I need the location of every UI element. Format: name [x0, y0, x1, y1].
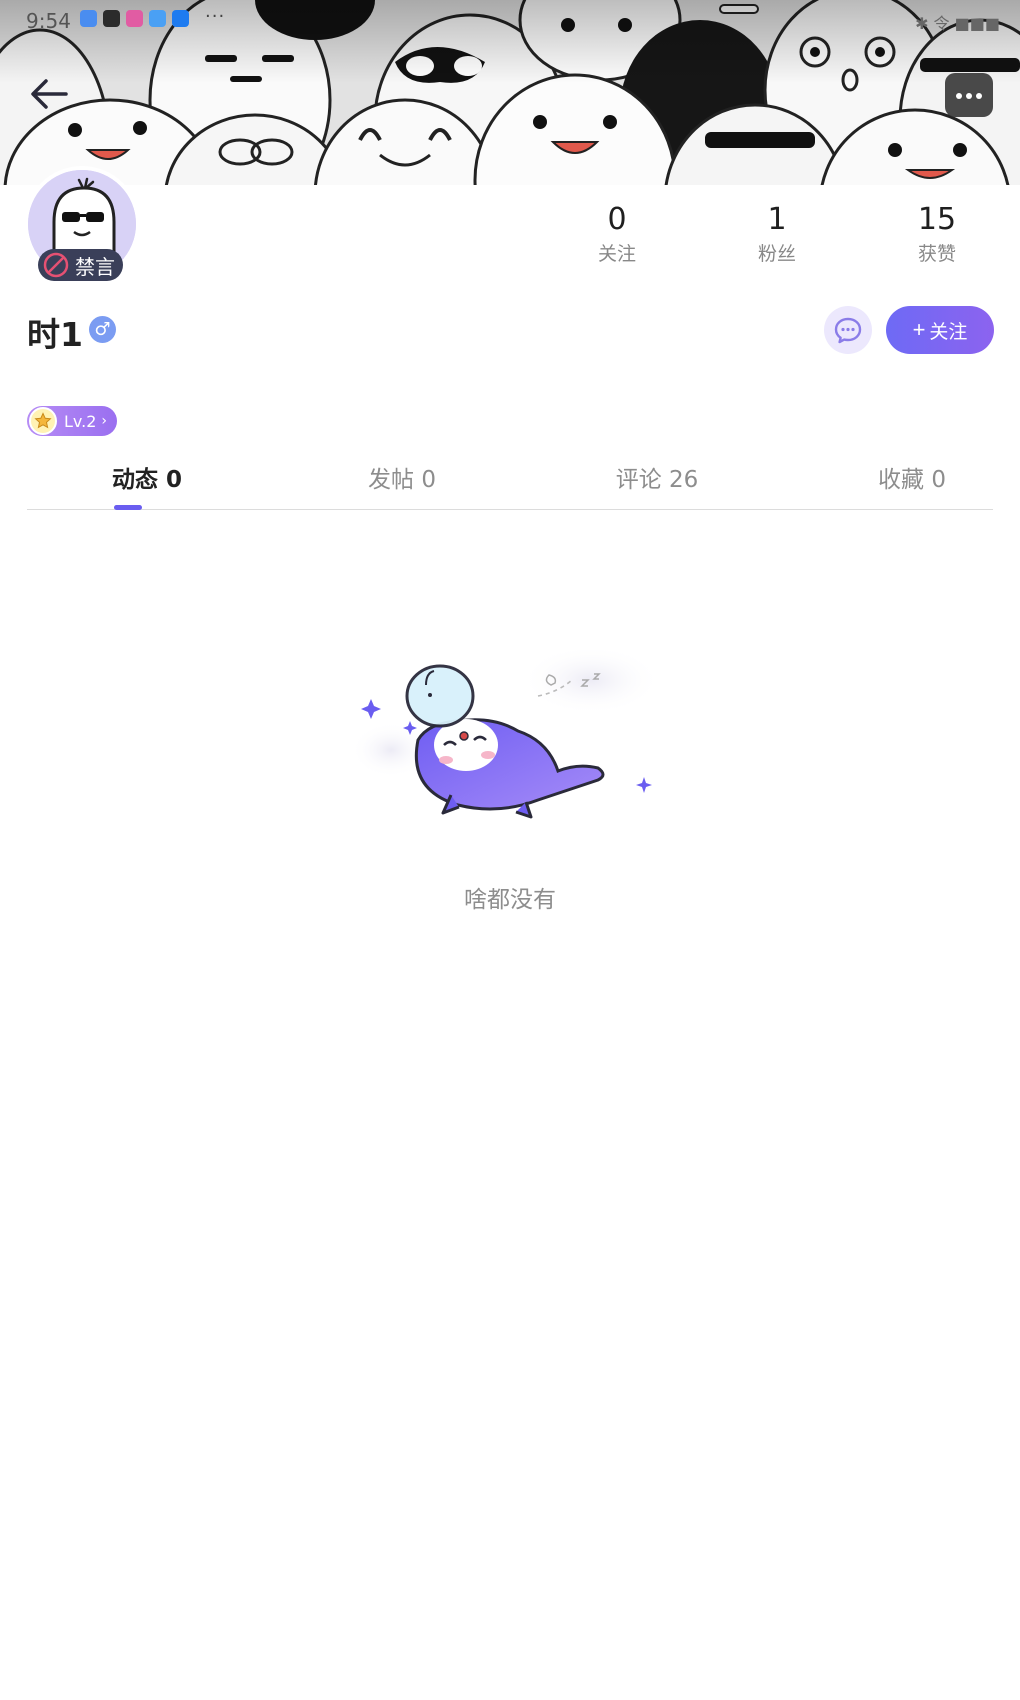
- follow-button[interactable]: + 关注: [886, 306, 994, 354]
- status-right-indicators: ✱ 令 ■■■: [915, 14, 1000, 33]
- stat-following[interactable]: 0 关注: [562, 200, 672, 268]
- star-medal-icon: [29, 407, 57, 435]
- stat-value: 0: [607, 202, 627, 237]
- tab-favorites[interactable]: 收藏 0: [792, 460, 1020, 510]
- empty-state-illustration: [351, 645, 666, 850]
- stat-likes[interactable]: 15 获赞: [882, 200, 992, 268]
- status-bar: 9:54 ··· ✱ 令 ■■■: [0, 0, 1020, 42]
- level-badge[interactable]: Lv.2 ›: [27, 406, 117, 436]
- tab-comments[interactable]: 评论 26: [537, 460, 777, 510]
- profile-banner: 9:54 ··· ✱ 令 ■■■: [0, 0, 1020, 185]
- app-notification-icon: [103, 10, 120, 27]
- stat-value: 15: [917, 202, 957, 237]
- status-more-icon: ···: [205, 6, 226, 27]
- ban-icon: [43, 252, 69, 278]
- male-icon: ♂: [89, 316, 116, 343]
- empty-state-text: 啥都没有: [464, 887, 556, 913]
- tab-active-indicator: [114, 505, 142, 510]
- sleeping-seal-icon: [351, 645, 661, 819]
- stat-label: 关注: [597, 243, 636, 265]
- tab-activity[interactable]: 动态 0: [27, 460, 267, 510]
- stat-label: 获赞: [917, 243, 956, 265]
- chevron-right-icon: ›: [101, 413, 108, 429]
- username: 时1: [27, 315, 83, 354]
- status-time: 9:54: [26, 9, 71, 33]
- chat-bubble-icon: [834, 317, 862, 344]
- app-notification-icon: [80, 10, 97, 27]
- back-button[interactable]: [24, 70, 72, 118]
- more-dots-icon: [956, 93, 962, 99]
- cloud-icon: [149, 10, 166, 27]
- status-app-icons: [80, 10, 189, 27]
- arrow-left-icon: [31, 79, 68, 109]
- mute-badge: 禁言: [38, 249, 123, 281]
- more-options-button[interactable]: [945, 73, 993, 117]
- stat-label: 粉丝: [757, 243, 796, 265]
- level-label: Lv.2: [64, 411, 97, 431]
- stat-fans[interactable]: 1 粉丝: [722, 200, 832, 268]
- plus-icon: +: [912, 317, 926, 342]
- profile-tabs: 动态 0 发帖 0 评论 26 收藏 0: [27, 460, 993, 510]
- cloud-icon: [172, 10, 189, 27]
- follow-label: 关注: [929, 321, 968, 343]
- tab-posts[interactable]: 发帖 0: [282, 460, 522, 510]
- app-notification-icon: [126, 10, 143, 27]
- mute-label: 禁言: [75, 254, 115, 279]
- message-button[interactable]: [824, 306, 872, 354]
- stat-value: 1: [767, 202, 787, 237]
